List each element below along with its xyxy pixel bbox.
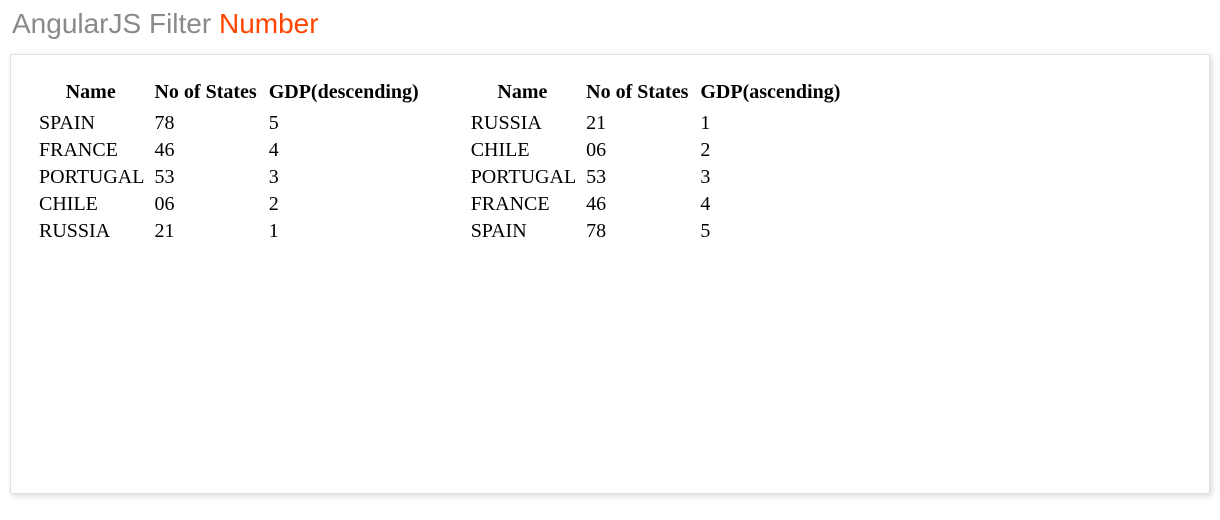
cell-gdp: 4	[694, 191, 846, 218]
cell-name: FRANCE	[33, 137, 148, 164]
table-row: SPAIN 78 5	[33, 110, 425, 137]
cell-gdp: 4	[263, 137, 425, 164]
table-row: CHILE 06 2	[33, 191, 425, 218]
table-descending: Name No of States GDP(descending) SPAIN …	[33, 79, 425, 245]
table-row: RUSSIA 21 1	[33, 218, 425, 245]
table-ascending: Name No of States GDP(ascending) RUSSIA …	[465, 79, 847, 245]
table-row: RUSSIA 21 1	[465, 110, 847, 137]
tables-row: Name No of States GDP(descending) SPAIN …	[33, 79, 1187, 245]
table-header-row: Name No of States GDP(descending)	[33, 79, 425, 110]
cell-gdp: 5	[263, 110, 425, 137]
cell-states: 46	[148, 137, 262, 164]
cell-gdp: 3	[263, 164, 425, 191]
page-title: AngularJS Filter Number	[10, 8, 1210, 40]
cell-states: 21	[580, 110, 694, 137]
cell-states: 78	[148, 110, 262, 137]
cell-name: FRANCE	[465, 191, 580, 218]
title-highlight: Number	[219, 8, 319, 39]
cell-name: CHILE	[465, 137, 580, 164]
table-row: CHILE 06 2	[465, 137, 847, 164]
cell-gdp: 2	[263, 191, 425, 218]
cell-name: PORTUGAL	[465, 164, 580, 191]
table-row: FRANCE 46 4	[465, 191, 847, 218]
cell-gdp: 2	[694, 137, 846, 164]
cell-name: SPAIN	[465, 218, 580, 245]
table-row: PORTUGAL 53 3	[465, 164, 847, 191]
table-row: SPAIN 78 5	[465, 218, 847, 245]
cell-states: 53	[580, 164, 694, 191]
cell-states: 46	[580, 191, 694, 218]
col-states: No of States	[148, 79, 262, 110]
cell-gdp: 1	[263, 218, 425, 245]
title-prefix: AngularJS Filter	[12, 8, 219, 39]
table-header-row: Name No of States GDP(ascending)	[465, 79, 847, 110]
cell-states: 78	[580, 218, 694, 245]
cell-states: 06	[580, 137, 694, 164]
cell-name: RUSSIA	[465, 110, 580, 137]
col-gdp-asc: GDP(ascending)	[694, 79, 846, 110]
col-gdp-desc: GDP(descending)	[263, 79, 425, 110]
cell-name: SPAIN	[33, 110, 148, 137]
col-name: Name	[33, 79, 148, 110]
cell-states: 21	[148, 218, 262, 245]
cell-name: PORTUGAL	[33, 164, 148, 191]
cell-states: 53	[148, 164, 262, 191]
cell-gdp: 5	[694, 218, 846, 245]
col-name: Name	[465, 79, 580, 110]
cell-gdp: 3	[694, 164, 846, 191]
col-states: No of States	[580, 79, 694, 110]
table-row: FRANCE 46 4	[33, 137, 425, 164]
table-row: PORTUGAL 53 3	[33, 164, 425, 191]
cell-name: RUSSIA	[33, 218, 148, 245]
cell-gdp: 1	[694, 110, 846, 137]
content-panel: Name No of States GDP(descending) SPAIN …	[10, 54, 1210, 494]
cell-name: CHILE	[33, 191, 148, 218]
cell-states: 06	[148, 191, 262, 218]
